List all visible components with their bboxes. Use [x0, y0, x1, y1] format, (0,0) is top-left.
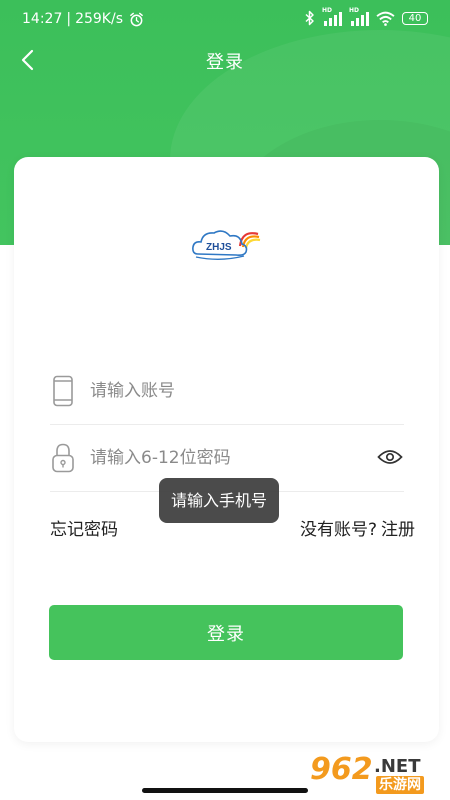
page-title: 登录 [206, 52, 244, 73]
account-input[interactable] [90, 381, 360, 401]
signal-hd-label-2: HD [349, 6, 360, 14]
signal-hd-label-1: HD [322, 6, 333, 14]
lock-icon [50, 442, 76, 474]
signal-icon-1: HD [322, 7, 342, 26]
status-left: 14:27 | 259K/s [22, 11, 144, 27]
watermark-cn: 乐游网 [376, 776, 424, 794]
password-input[interactable] [90, 448, 360, 468]
login-card: ZHJS 忘 [14, 157, 439, 742]
status-net-speed: 259K/s [75, 11, 123, 27]
bluetooth-icon [305, 10, 315, 26]
register-row: 没有账号? 注册 [300, 515, 415, 540]
phone-icon [50, 375, 76, 407]
status-bar: 14:27 | 259K/s HD HD 40 [0, 0, 450, 40]
wifi-icon [376, 11, 395, 26]
home-indicator[interactable] [142, 788, 308, 793]
eye-icon[interactable] [376, 445, 404, 469]
logo-text: ZHJS [206, 242, 232, 253]
toast-message: 请输入手机号 [159, 478, 280, 523]
login-button[interactable]: 登录 [49, 605, 403, 660]
app-logo: ZHJS [190, 220, 266, 262]
account-field-row [50, 358, 404, 425]
status-separator: | [66, 11, 72, 27]
no-account-label: 没有账号? [299, 520, 377, 540]
watermark-logo: 962 .NET 乐游网 [310, 752, 446, 796]
nav-bar: 登录 [0, 40, 450, 80]
status-right: HD HD 40 [305, 7, 428, 26]
signal-icon-2: HD [349, 7, 369, 26]
alarm-icon [129, 12, 144, 27]
status-time: 14:27 [22, 11, 63, 27]
forgot-password-link[interactable]: 忘记密码 [50, 515, 118, 540]
watermark-suffix: .NET [374, 756, 421, 777]
register-link[interactable]: 注册 [381, 520, 415, 540]
watermark-number: 962 [310, 752, 373, 787]
battery-indicator: 40 [402, 11, 428, 25]
